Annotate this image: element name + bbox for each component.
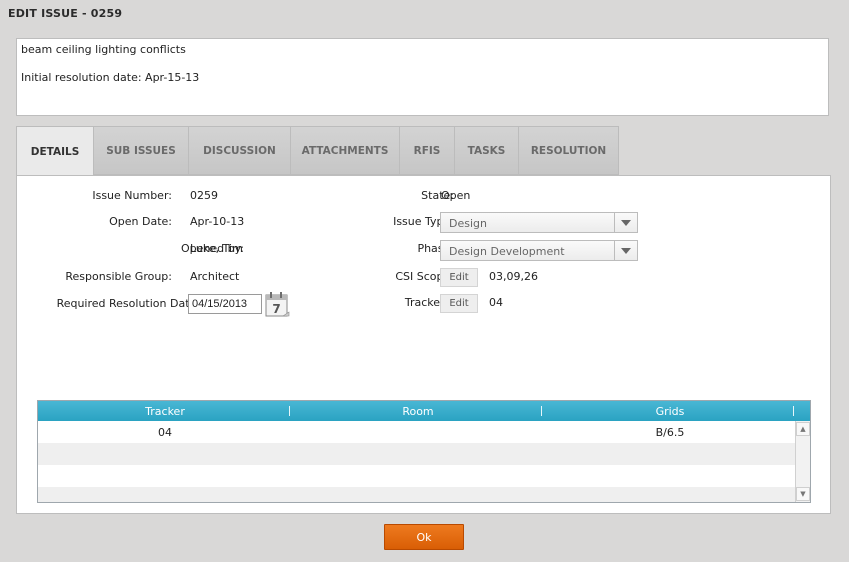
trackers-edit-button[interactable]: Edit: [440, 294, 478, 313]
table-cell: [544, 487, 796, 502]
tab-discussion[interactable]: DISCUSSION: [189, 126, 291, 175]
column-header-grids[interactable]: Grids: [544, 401, 796, 421]
calendar-icon-day: 7: [272, 302, 280, 316]
scroll-down-arrow-icon[interactable]: ▼: [796, 487, 810, 501]
table-row[interactable]: [38, 487, 810, 502]
state-value: Open: [441, 189, 471, 202]
table-row[interactable]: [38, 443, 810, 465]
phase-select[interactable]: Design Development: [440, 240, 638, 261]
details-panel: Issue Number: 0259 Open Date: Apr-10-13 …: [16, 175, 831, 514]
table-cell: [544, 443, 796, 465]
table-cell: [38, 465, 292, 487]
column-header-room[interactable]: Room: [292, 401, 544, 421]
tab-tasks[interactable]: TASKS: [455, 126, 519, 175]
description-line-1: beam ceiling lighting conflicts: [21, 43, 186, 56]
table-cell: [544, 465, 796, 487]
tab-sub-issues[interactable]: SUB ISSUES: [94, 126, 189, 175]
tab-resolution[interactable]: RESOLUTION: [519, 126, 619, 175]
table-cell: B/6.5: [655, 425, 685, 439]
csi-scope-value: 03,09,26: [489, 270, 538, 283]
trackers-value: 04: [489, 296, 503, 309]
table-cell: [38, 443, 292, 465]
tab-attachments[interactable]: ATTACHMENTS: [291, 126, 400, 175]
tab-rfis[interactable]: RFIS: [400, 126, 455, 175]
open-date-value: Apr-10-13: [190, 215, 245, 228]
table-cell: [292, 487, 544, 502]
chevron-down-icon[interactable]: [614, 241, 637, 260]
scroll-up-arrow-icon[interactable]: ▲: [796, 422, 810, 436]
tracker-table: Tracker Room Grids 04 B/6.5 ▲ ▼: [37, 400, 811, 503]
opened-by-value: Luke, Tim: [190, 242, 243, 255]
tab-bar: DETAILS SUB ISSUES DISCUSSION ATTACHMENT…: [16, 126, 619, 176]
table-cell: [292, 465, 544, 487]
required-resolution-date-label: Required Resolution Date:: [56, 297, 200, 310]
responsible-group-label: Responsible Group:: [65, 270, 172, 283]
table-scrollbar[interactable]: ▲ ▼: [795, 421, 810, 502]
table-cell: [38, 487, 292, 502]
table-row[interactable]: 04 B/6.5: [38, 421, 810, 443]
responsible-group-value: Architect: [190, 270, 240, 283]
calendar-icon[interactable]: 7: [265, 292, 290, 321]
issue-type-selected: Design: [449, 217, 487, 230]
required-resolution-date-input[interactable]: [188, 294, 262, 314]
open-date-label: Open Date:: [109, 215, 172, 228]
table-row[interactable]: [38, 465, 810, 487]
table-cell: [292, 443, 544, 465]
table-header: Tracker Room Grids: [38, 401, 810, 421]
chevron-down-icon[interactable]: [614, 213, 637, 232]
issue-type-select[interactable]: Design: [440, 212, 638, 233]
column-header-tracker[interactable]: Tracker: [38, 401, 292, 421]
issue-number-value: 0259: [190, 189, 218, 202]
ok-button[interactable]: Ok: [384, 524, 464, 550]
table-cell: 04: [158, 425, 172, 439]
dialog-title: EDIT ISSUE - 0259: [8, 7, 123, 20]
issue-description: beam ceiling lighting conflicts Initial …: [16, 38, 829, 116]
tab-details[interactable]: DETAILS: [16, 126, 94, 176]
csi-scope-edit-button[interactable]: Edit: [440, 268, 478, 287]
phase-selected: Design Development: [449, 245, 565, 258]
table-cell: [292, 421, 544, 443]
issue-number-label: Issue Number:: [92, 189, 172, 202]
description-line-2: Initial resolution date: Apr-15-13: [21, 71, 200, 84]
